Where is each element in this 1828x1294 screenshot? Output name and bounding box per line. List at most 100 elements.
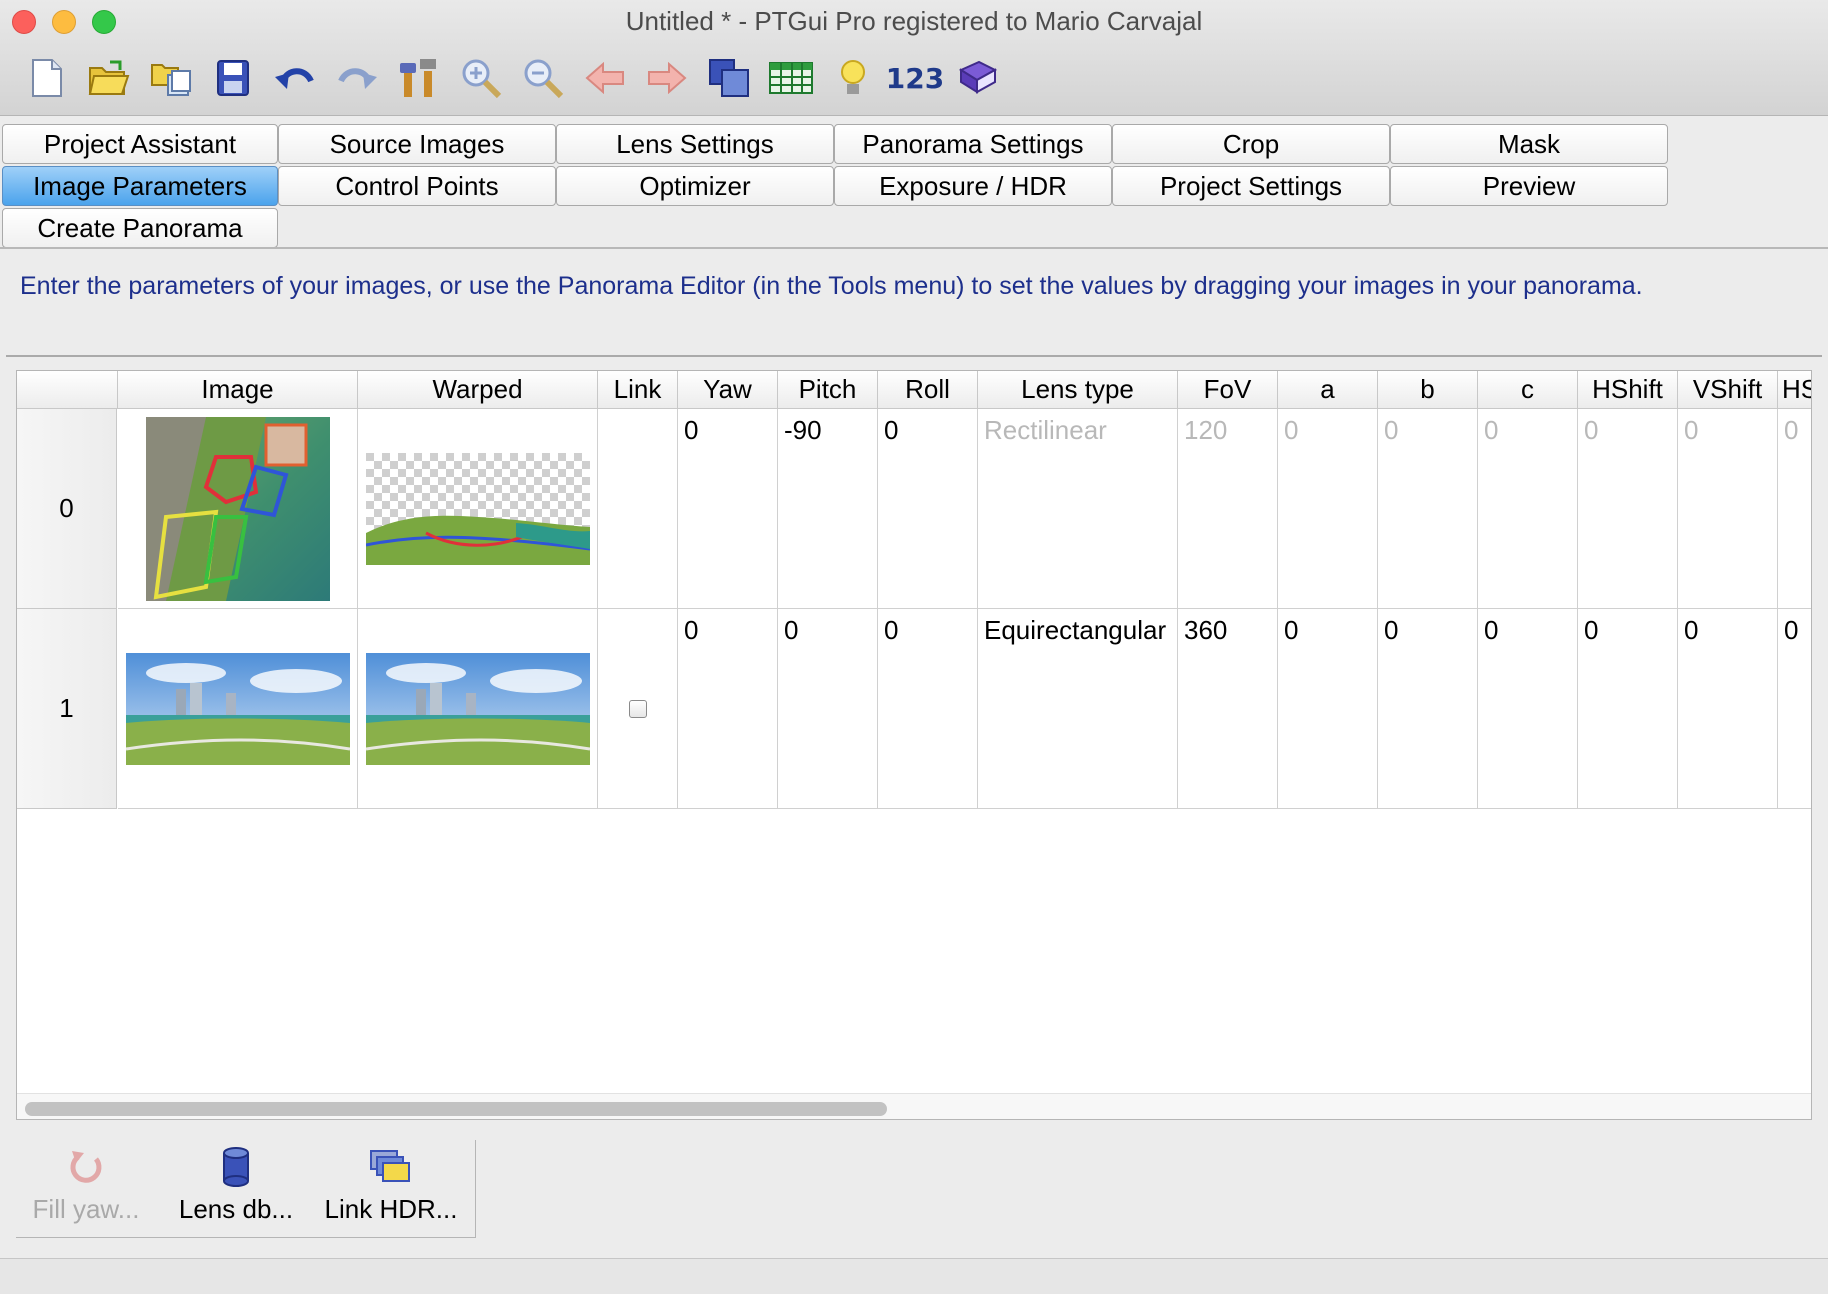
equirectangular-thumbnail-image [125,652,350,765]
control-point-table-button[interactable] [760,50,822,106]
column-header-lens-type[interactable]: Lens type [978,371,1178,409]
column-header-warped[interactable]: Warped [358,371,598,409]
tab-create-panorama[interactable]: Create Panorama [2,208,278,248]
table-row-0-b: 0 [1378,409,1478,609]
table-row-1-c[interactable]: 0 [1478,609,1578,809]
column-header-a[interactable]: a [1278,371,1378,409]
tabs-divider [0,247,1828,249]
status-bar [0,1258,1828,1294]
table-row-0-hs: 0 [1778,409,1811,609]
redo-button[interactable] [326,50,388,106]
table-row-1-vshift[interactable]: 0 [1678,609,1778,809]
tools-icon [400,59,436,97]
table-row-1-hshift[interactable]: 0 [1578,609,1678,809]
link-hdr-label: Link HDR... [324,1194,458,1224]
table-row-1-warped[interactable] [358,609,598,809]
save-icon [217,60,249,96]
tab-optimizer[interactable]: Optimizer [556,166,834,206]
table-row-0-yaw[interactable]: 0 [678,409,778,609]
scrollbar-thumb[interactable] [25,1102,887,1116]
column-header-c[interactable]: c [1478,371,1578,409]
column-header-link[interactable]: Link [598,371,678,409]
add-images-button[interactable] [140,50,202,106]
table-row-1-link[interactable] [598,609,678,809]
tab-control-points[interactable]: Control Points [278,166,556,206]
fill-yaw-button[interactable]: Fill yaw... [16,1140,156,1238]
numeric-transform-button[interactable]: 123 [884,50,946,106]
tab-project-settings[interactable]: Project Settings [1112,166,1390,206]
arrow-right-icon [648,62,687,94]
help-book-icon [958,60,997,94]
link-checkbox[interactable] [628,699,647,718]
tab-crop[interactable]: Crop [1112,124,1390,164]
column-header-hs[interactable]: HS [1778,371,1811,409]
column-header-roll[interactable]: Roll [878,371,978,409]
link-hdr-button[interactable]: Link HDR... [316,1140,466,1238]
tab-project-assistant[interactable]: Project Assistant [2,124,278,164]
open-project-button[interactable] [78,50,140,106]
zoom-out-icon [524,59,564,99]
help-button[interactable] [946,50,1008,106]
tab-panorama-settings[interactable]: Panorama Settings [834,124,1112,164]
new-project-button[interactable] [16,50,78,106]
table-row-1-fov[interactable]: 360 [1178,609,1278,809]
row-header[interactable]: 0 [17,409,117,609]
table-row-0-c: 0 [1478,409,1578,609]
column-header-vshift[interactable]: VShift [1678,371,1778,409]
table-row-1-roll[interactable]: 0 [878,609,978,809]
database-icon [223,1147,249,1187]
zoom-in-button[interactable] [450,50,512,106]
column-header-pitch[interactable]: Pitch [778,371,878,409]
table-row-1-a[interactable]: 0 [1278,609,1378,809]
table-row-0-link[interactable] [598,409,678,609]
undo-button[interactable] [264,50,326,106]
table-row-1-image[interactable] [118,609,358,809]
column-header-image[interactable]: Image [118,371,358,409]
arrow-left-icon [585,62,624,94]
previous-button[interactable] [574,50,636,106]
table-row-1-lens-type[interactable]: Equirectangular [978,609,1178,809]
open-folder-icon [88,60,130,95]
table-row-0-hshift: 0 [1578,409,1678,609]
tab-exposure-hdr[interactable]: Exposure / HDR [834,166,1112,206]
panorama-editor-button[interactable] [698,50,760,106]
fill-yaw-label: Fill yaw... [32,1194,140,1224]
table-row-0-roll[interactable]: 0 [878,409,978,609]
lens-db-button[interactable]: Lens db... [166,1140,306,1238]
row-header[interactable]: 1 [17,609,117,809]
aerial-thumbnail-image [145,416,330,601]
table-row-0-warped[interactable] [358,409,598,609]
tab-source-images[interactable]: Source Images [278,124,556,164]
lens-db-label: Lens db... [178,1194,294,1224]
tab-lens-settings[interactable]: Lens Settings [556,124,834,164]
table-row-0-a: 0 [1278,409,1378,609]
column-header-yaw[interactable]: Yaw [678,371,778,409]
warped-transparent-thumbnail-image [365,452,590,565]
tab-mask[interactable]: Mask [1390,124,1668,164]
table-row-1-b[interactable]: 0 [1378,609,1478,809]
tools-button[interactable] [388,50,450,106]
table-row-0-image[interactable] [118,409,358,609]
tab-image-parameters[interactable]: Image Parameters [2,166,278,206]
table-row-1-yaw[interactable]: 0 [678,609,778,809]
tips-button[interactable] [822,50,884,106]
open-images-icon [151,64,191,96]
table-row-1-hs[interactable]: 0 [1778,609,1811,809]
numbers-icon: 123 [885,61,945,95]
image-parameter-tools: Fill yaw... Lens db... Link HDR... [16,1140,476,1238]
horizontal-scrollbar[interactable] [17,1093,1811,1119]
corner-header [17,371,118,409]
column-header-b[interactable]: b [1378,371,1478,409]
title-bar: Untitled * - PTGui Pro registered to Mar… [0,0,1828,116]
table-row-1-pitch[interactable]: 0 [778,609,878,809]
tab-preview[interactable]: Preview [1390,166,1668,206]
zoom-out-button[interactable] [512,50,574,106]
table-row-0-fov: 120 [1178,409,1278,609]
next-button[interactable] [636,50,698,106]
column-header-fov[interactable]: FoV [1178,371,1278,409]
column-header-hshift[interactable]: HShift [1578,371,1678,409]
save-button[interactable] [202,50,264,106]
new-document-icon [32,59,62,97]
table-row-0-pitch[interactable]: -90 [778,409,878,609]
image-parameters-table[interactable]: Image Warped Link Yaw Pitch Roll Lens ty… [16,370,1812,1120]
